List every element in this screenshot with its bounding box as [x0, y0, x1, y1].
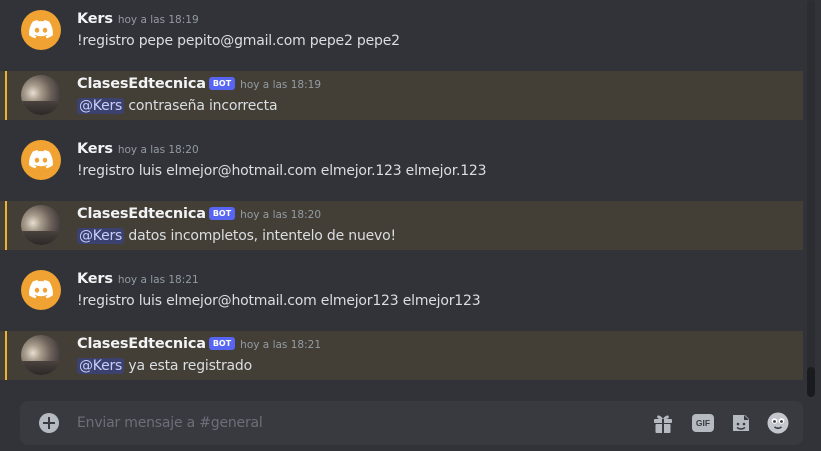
message-item[interactable]: Kers hoy a las 18:20 !registro luis elmej…: [0, 136, 803, 185]
timestamp: hoy a las 18:20: [117, 144, 199, 156]
bot-tag: BOT: [208, 207, 236, 220]
timestamp: hoy a las 18:19: [240, 79, 321, 91]
timestamp: hoy a las 18:21: [117, 274, 199, 286]
username[interactable]: Kers: [77, 11, 113, 27]
message-text: datos incompletos, intentelo de nuevo!: [124, 228, 396, 244]
message-content: !registro luis elmejor@hotmail.com elmej…: [77, 293, 481, 309]
username[interactable]: ClasesEdtecnica: [77, 336, 206, 352]
bot-tag: BOT: [208, 337, 236, 350]
chat-view: Kers hoy a las 18:19 !registro pepe pepit…: [0, 0, 821, 451]
message-item-mention[interactable]: ClasesEdtecnica BOT hoy a las 18:19 @Kers …: [0, 71, 803, 120]
username[interactable]: Kers: [77, 141, 113, 157]
message-item[interactable]: Kers hoy a las 18:19 !registro pepe pepit…: [0, 6, 803, 55]
message-text: ya esta registrado: [124, 358, 252, 374]
avatar[interactable]: [21, 335, 61, 375]
gif-label: GIF: [692, 414, 714, 432]
gift-icon[interactable]: [651, 411, 675, 435]
timestamp: hoy a las 18:19: [117, 14, 199, 26]
message-content: @Kers ya esta registrado: [77, 355, 252, 377]
discord-logo-icon: [29, 280, 53, 299]
avatar[interactable]: [21, 140, 61, 180]
message-content: !registro luis elmejor@hotmail.com elmej…: [77, 163, 487, 179]
message-item-mention[interactable]: ClasesEdtecnica BOT hoy a las 18:21 @Kers …: [0, 331, 803, 380]
message-composer: GIF: [20, 401, 803, 445]
discord-logo-icon: [29, 150, 53, 169]
message-content: !registro pepe pepito@gmail.com pepe2 pe…: [77, 33, 400, 49]
message-header: Kers hoy a las 18:19: [77, 7, 199, 29]
message-list: Kers hoy a las 18:19 !registro pepe pepit…: [0, 0, 806, 395]
user-mention[interactable]: @Kers: [77, 358, 125, 374]
sticker-icon[interactable]: [729, 411, 753, 435]
message-header: Kers hoy a las 18:20: [77, 137, 199, 159]
message-content: @Kers datos incompletos, intentelo de nu…: [77, 225, 396, 247]
user-mention[interactable]: @Kers: [77, 228, 125, 244]
avatar[interactable]: [21, 270, 61, 310]
gif-icon[interactable]: GIF: [691, 411, 715, 435]
message-item[interactable]: Kers hoy a las 18:21 !registro luis elmej…: [0, 266, 803, 315]
emoji-icon[interactable]: [766, 411, 790, 435]
username[interactable]: ClasesEdtecnica: [77, 76, 206, 92]
plus-circle-icon[interactable]: [39, 413, 59, 433]
scrollbar-track[interactable]: [807, 0, 815, 397]
message-content: @Kers contraseña incorrecta: [77, 95, 278, 117]
avatar[interactable]: [21, 205, 61, 245]
timestamp: hoy a las 18:20: [240, 209, 321, 221]
bot-tag: BOT: [208, 77, 236, 90]
message-input[interactable]: [77, 412, 577, 434]
avatar[interactable]: [21, 10, 61, 50]
timestamp: hoy a las 18:21: [240, 339, 321, 351]
message-item-mention[interactable]: ClasesEdtecnica BOT hoy a las 18:20 @Kers …: [0, 201, 803, 250]
message-header: ClasesEdtecnica BOT hoy a las 18:21: [77, 332, 321, 354]
message-text: contraseña incorrecta: [124, 98, 278, 114]
message-header: ClasesEdtecnica BOT hoy a las 18:19: [77, 72, 321, 94]
message-header: Kers hoy a las 18:21: [77, 267, 199, 289]
message-header: ClasesEdtecnica BOT hoy a las 18:20: [77, 202, 321, 224]
discord-logo-icon: [29, 20, 53, 39]
username[interactable]: ClasesEdtecnica: [77, 206, 206, 222]
user-mention[interactable]: @Kers: [77, 98, 125, 114]
avatar[interactable]: [21, 75, 61, 115]
scrollbar-thumb[interactable]: [807, 367, 815, 397]
username[interactable]: Kers: [77, 271, 113, 287]
